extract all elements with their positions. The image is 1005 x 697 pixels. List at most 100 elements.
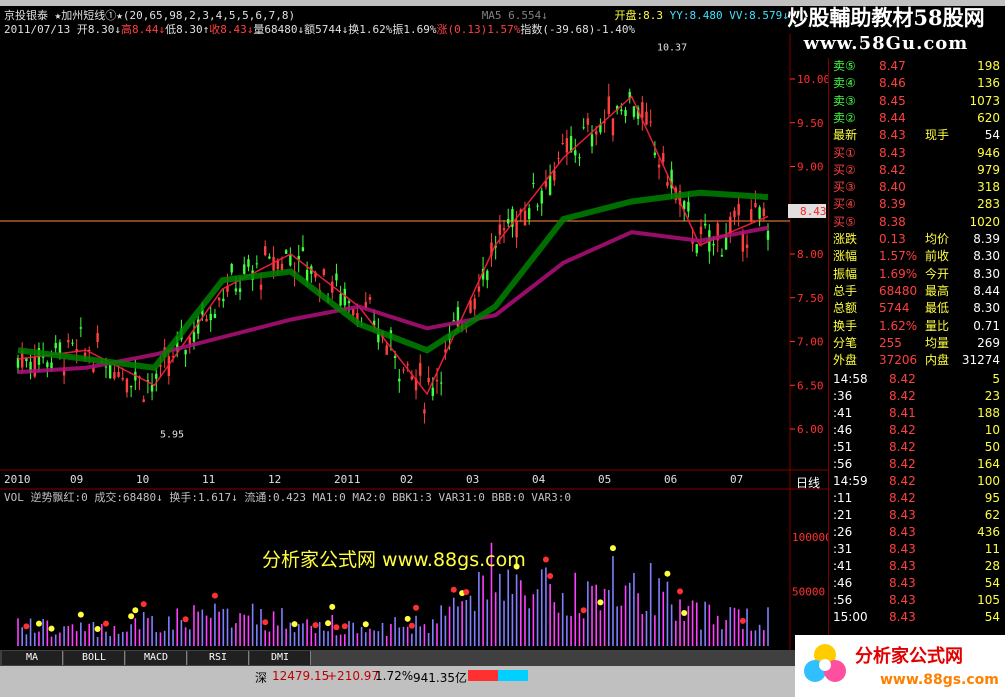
quote-panel: 卖⑤ 8.47 198 卖④ 8.46 136 卖③ 8.45 1073 卖② 8.44 620 最新 8… xyxy=(828,58,1005,638)
candle-body xyxy=(657,164,661,168)
candle-body xyxy=(33,357,36,377)
candle-body xyxy=(703,223,707,226)
tab-rsi[interactable]: RSI xyxy=(188,651,249,665)
tab-dmi[interactable]: DMI xyxy=(250,651,311,665)
tick-cell: :41 xyxy=(833,558,853,573)
tick-row: :56 8.43 105 xyxy=(829,592,1005,609)
candle-body xyxy=(507,218,510,224)
tick-row: :11 8.42 95 xyxy=(829,490,1005,507)
candle-body xyxy=(595,131,598,135)
period-label[interactable]: 日线 xyxy=(796,474,820,491)
quote-cell: 买⑤ xyxy=(833,214,856,229)
tab-boll[interactable]: BOLL xyxy=(64,651,125,665)
quote-cell: 1020 xyxy=(969,214,1000,229)
indicator-lines xyxy=(17,95,769,396)
quote-row: 卖④ 8.46 136 xyxy=(829,75,1005,92)
market-label: 深 xyxy=(255,671,268,685)
date-axis-label: 03 xyxy=(466,473,480,486)
tick-row: 15:00 8.43 54 xyxy=(829,609,1005,626)
date-axis-label: 06 xyxy=(664,473,678,486)
volume-signal-dot xyxy=(211,592,218,599)
candle-body xyxy=(766,230,770,240)
tick-row: 14:58 8.42 5 xyxy=(829,371,1005,388)
volume-signal-dot xyxy=(547,572,554,579)
candle-body xyxy=(368,296,372,300)
date-axis: 2010 09 10 11 12 2011 02 03 04 05 06 07 xyxy=(4,471,824,489)
candle-body xyxy=(439,382,443,384)
index-pct: 1.72% xyxy=(375,669,414,683)
logo-text: 分析家公式网 xyxy=(855,645,963,667)
candle-body xyxy=(142,399,145,402)
quote-row: 卖② 8.44 620 xyxy=(829,110,1005,127)
quote-cell: 283 xyxy=(977,197,1000,212)
tab-ma[interactable]: MA xyxy=(2,651,63,665)
quote-row: 买⑤ 8.38 1020 xyxy=(829,214,1005,231)
candle-body xyxy=(322,269,326,275)
tick-cell: 23 xyxy=(984,389,1000,404)
price-tick-label: 8.00 xyxy=(797,248,824,261)
date-axis-label: 09 xyxy=(70,473,84,486)
quote-cell: 买④ xyxy=(833,197,856,212)
quote-cell: 54 xyxy=(984,128,1000,143)
candle-body xyxy=(104,366,108,368)
tick-cell: :11 xyxy=(833,491,853,506)
logo-url: www.88gs.com xyxy=(880,672,999,688)
volume-signal-dot xyxy=(35,620,42,627)
tab-macd[interactable]: MACD xyxy=(126,651,187,665)
candle-body xyxy=(737,203,740,216)
tick-row: :21 8.43 62 xyxy=(829,507,1005,524)
quote-cell: 8.39 xyxy=(973,232,1000,246)
candle-body xyxy=(477,286,481,292)
date-axis-label: 11 xyxy=(202,473,216,486)
candle-body xyxy=(502,228,506,231)
brand-title: 炒股輔助教材58股网 xyxy=(787,5,985,30)
candle-body xyxy=(284,250,288,254)
quote-cell: 5744 xyxy=(879,301,910,316)
tick-cell: 8.42 xyxy=(889,440,916,455)
candle-body xyxy=(406,364,409,366)
current-price-text: 8.43 xyxy=(800,205,827,218)
quote-cell: 买① xyxy=(833,145,856,160)
candle-body xyxy=(498,224,502,235)
quote-cell: 1073 xyxy=(969,93,1000,108)
index-value: 12479.15 xyxy=(272,669,330,683)
candle-body xyxy=(79,327,83,329)
breadth-up-bar xyxy=(468,670,498,681)
candle-body xyxy=(192,332,196,342)
volume-signal-dot xyxy=(128,613,135,620)
price-tick-label: 6.00 xyxy=(797,423,824,436)
tick-cell: 8.42 xyxy=(889,423,916,438)
volume-signal-dot xyxy=(362,621,369,628)
volume-signal-dot xyxy=(739,617,746,624)
quote-cell: 1.69% xyxy=(879,266,918,281)
quote-cell: 620 xyxy=(977,110,1000,125)
quote-cell: 最低 xyxy=(925,301,950,316)
volume-signal-dot xyxy=(312,622,319,629)
candle-body xyxy=(548,175,552,195)
quote-cell: 8.44 xyxy=(973,283,1000,298)
quote-cell: 8.43 xyxy=(879,128,906,143)
candle-body xyxy=(117,371,120,377)
candle-body xyxy=(155,373,158,379)
tick-cell: 8.42 xyxy=(889,457,916,472)
candle-body xyxy=(50,362,53,369)
quote-cell: 最高 xyxy=(925,283,950,298)
volume-signal-dot xyxy=(404,615,411,622)
candle-body xyxy=(289,255,292,266)
quote-row: 振幅 1.69% 今开 8.30 xyxy=(829,266,1005,283)
volume-signal-dot xyxy=(182,616,189,623)
index-amount: 941.35亿 xyxy=(413,671,467,685)
quote-cell: 68480 xyxy=(879,283,918,298)
tick-cell: :26 xyxy=(833,524,853,539)
quote-cell: 总额 xyxy=(833,301,858,316)
candle-body xyxy=(67,339,70,343)
tick-cell: 54 xyxy=(984,609,1000,624)
tick-row: :26 8.43 436 xyxy=(829,524,1005,541)
quote-cell: 8.38 xyxy=(879,214,906,229)
quote-row: 买② 8.42 979 xyxy=(829,162,1005,179)
quote-row: 分笔 255 均量 269 xyxy=(829,335,1005,352)
price-tick-label: 7.00 xyxy=(797,336,824,349)
watermark: 分析家公式网 www.88gs.com xyxy=(262,549,526,571)
candle-body xyxy=(754,203,757,207)
quote-cell: 8.30 xyxy=(973,266,1000,281)
